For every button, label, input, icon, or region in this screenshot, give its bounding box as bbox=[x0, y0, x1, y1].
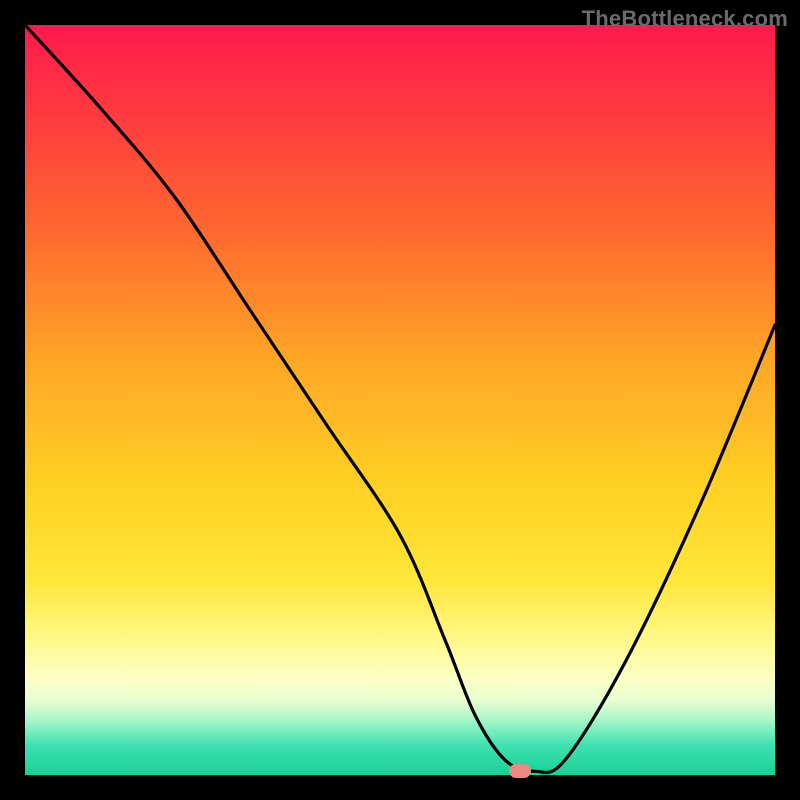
optimal-point-marker bbox=[509, 764, 531, 778]
bottleneck-curve-path bbox=[25, 25, 775, 773]
watermark-text: TheBottleneck.com bbox=[582, 6, 788, 32]
chart-frame: TheBottleneck.com bbox=[0, 0, 800, 800]
line-chart bbox=[25, 25, 775, 775]
plot-area bbox=[25, 25, 775, 775]
